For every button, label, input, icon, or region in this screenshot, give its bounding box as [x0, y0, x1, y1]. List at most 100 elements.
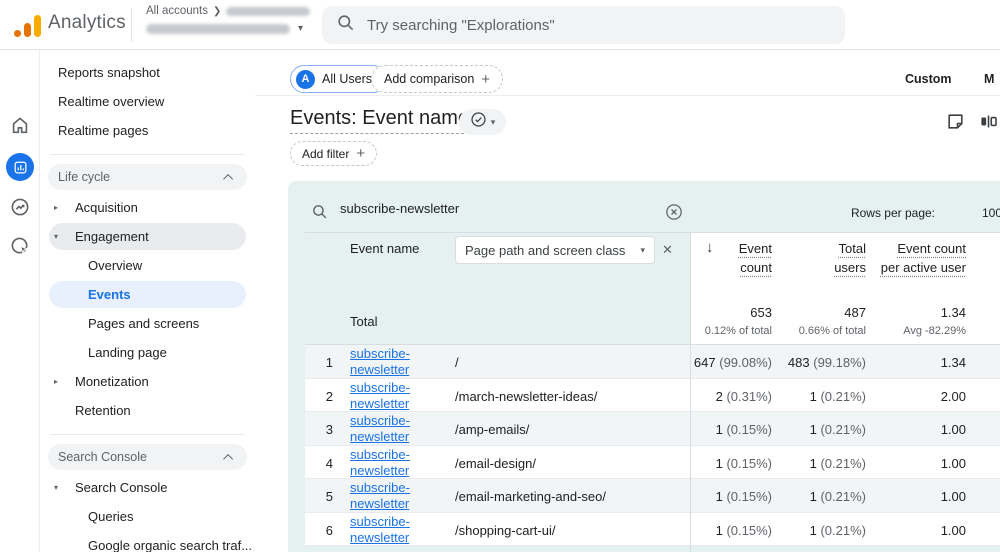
sidebar-item-label: Queries: [88, 509, 134, 524]
event-count-cell: 1 (0.15%): [688, 523, 772, 538]
per-active-user-cell-value: 1.00: [941, 489, 966, 504]
sidebar-item-retention[interactable]: Retention: [40, 396, 255, 425]
dimension-header-event-name[interactable]: Event name: [350, 241, 419, 256]
sidebar-item-label: Landing page: [88, 345, 167, 360]
sidebar-item-pages-and-screens[interactable]: Pages and screens: [40, 309, 255, 338]
sidebar-item-label: Retention: [75, 403, 131, 418]
comparison-a-badge: A: [296, 70, 315, 89]
event-count-cell-share: (0.15%): [723, 422, 772, 437]
add-filter-button[interactable]: Add filter +: [290, 141, 377, 166]
event-count-cell-value: 647: [694, 355, 716, 370]
brand-name: Analytics: [48, 12, 126, 34]
total-users-cell-value: 1: [810, 489, 817, 504]
total-event-count: 653: [688, 305, 772, 320]
expand-arrow-icon[interactable]: ▾: [54, 232, 58, 241]
comparison-panels-icon[interactable]: [977, 110, 999, 132]
page-title[interactable]: Events: Event name: [290, 107, 469, 134]
metric-header-total-users[interactable]: Total users: [818, 239, 866, 277]
event-count-cell-share: (0.15%): [723, 456, 772, 471]
per-active-user-cell-value: 1.00: [941, 456, 966, 471]
expand-arrow-icon[interactable]: ▾: [54, 483, 58, 492]
total-users-cell-share: (0.21%): [817, 422, 866, 437]
per-active-user-cell: 1.00: [886, 523, 966, 538]
event-name-link[interactable]: subscribe-newsletter: [350, 480, 446, 512]
sidebar-item-label: Realtime overview: [58, 94, 164, 109]
sidebar-item-engagement[interactable]: ▾Engagement: [49, 223, 246, 250]
row-index: 5: [305, 489, 333, 504]
sidebar-item-label: Search Console: [75, 480, 168, 495]
collapse-arrow-icon[interactable]: ▸: [54, 203, 58, 212]
date-range-custom-label[interactable]: Custom: [905, 72, 952, 86]
explore-icon[interactable]: [0, 196, 40, 218]
total-users-cell-value: 483: [788, 355, 810, 370]
sidebar-item-search-console[interactable]: ▾ Search Console: [40, 473, 255, 502]
collapse-arrow-icon[interactable]: ▸: [54, 377, 58, 386]
reports-side-nav: Reports snapshot Realtime overview Realtim…: [40, 50, 255, 552]
table-search-input[interactable]: [340, 201, 640, 216]
sidebar-item-label: Google organic search traf...: [88, 538, 252, 552]
metric-header-event-count[interactable]: Event count: [728, 239, 772, 277]
divider: [255, 95, 1000, 96]
table-row: 6subscribe-newsletter/shopping-cart-ui/1…: [305, 513, 1000, 547]
total-users-cell: 483 (99.18%): [782, 355, 866, 370]
all-users-label: All Users: [322, 72, 372, 86]
date-range-value-clipped[interactable]: M: [984, 72, 994, 86]
event-count-cell-value: 1: [716, 422, 723, 437]
per-active-user-cell: 1.00: [886, 456, 966, 471]
redacted-property-name: [146, 24, 290, 34]
event-count-cell-value: 2: [716, 389, 723, 404]
sidebar-item-acquisition[interactable]: ▸ Acquisition: [40, 193, 255, 222]
advertising-icon[interactable]: [0, 235, 40, 257]
clear-search-icon[interactable]: [664, 202, 684, 227]
sidebar-section-life-cycle[interactable]: Life cycle: [48, 164, 247, 190]
sort-descending-icon[interactable]: ↓: [706, 239, 714, 256]
rows-per-page-label: Rows per page:: [848, 206, 935, 220]
event-count-cell: 1 (0.15%): [688, 422, 772, 437]
chevron-down-icon: ▾: [298, 23, 303, 34]
total-users-cell-value: 1: [810, 456, 817, 471]
total-users-cell: 1 (0.21%): [782, 489, 866, 504]
per-active-user-cell-value: 1.00: [941, 523, 966, 538]
column-divider: [690, 233, 691, 552]
breadcrumb-label: All accounts: [146, 5, 208, 17]
event-name-link[interactable]: subscribe-newsletter: [350, 346, 446, 378]
sidebar-item-realtime-pages[interactable]: Realtime pages: [40, 116, 255, 145]
sidebar-item-landing-page[interactable]: Landing page: [40, 338, 255, 367]
global-search-bar[interactable]: [322, 6, 845, 44]
metric-header-event-count-per-active-user[interactable]: Event count per active user: [880, 239, 966, 277]
sidebar-item-queries[interactable]: Queries: [40, 502, 255, 531]
event-name-link[interactable]: subscribe-newsletter: [350, 514, 446, 546]
event-name-link[interactable]: subscribe-newsletter: [350, 447, 446, 479]
event-name-link[interactable]: subscribe-newsletter: [350, 413, 446, 445]
sidebar-item-reports-snapshot[interactable]: Reports snapshot: [40, 58, 255, 87]
event-name-link[interactable]: subscribe-newsletter: [350, 380, 446, 412]
sidebar-item-google-organic-search-traf[interactable]: Google organic search traf...: [40, 531, 255, 552]
total-users-cell-share: (0.21%): [817, 456, 866, 471]
global-search-input[interactable]: [367, 17, 831, 34]
account-breadcrumb[interactable]: All accounts ❯ ▾: [146, 5, 310, 34]
reports-icon-selected[interactable]: [0, 153, 40, 181]
sidebar-item-realtime-overview[interactable]: Realtime overview: [40, 87, 255, 116]
row-index: 3: [305, 422, 333, 437]
total-users-cell: 1 (0.21%): [782, 422, 866, 437]
sidebar-section-search-console[interactable]: Search Console: [48, 444, 247, 470]
sidebar-item-overview[interactable]: Overview: [40, 251, 255, 280]
add-comparison-label: Add comparison: [384, 72, 474, 86]
add-comparison-button[interactable]: Add comparison +: [371, 65, 503, 93]
rows-per-page-select[interactable]: 100: [982, 206, 1000, 220]
sidebar-item-label: Reports snapshot: [58, 65, 160, 80]
table-body: 1subscribe-newsletter/647 (99.08%)483 (9…: [305, 344, 1000, 546]
sidebar-item-monetization[interactable]: ▸Monetization: [40, 367, 255, 396]
notes-icon[interactable]: [944, 110, 966, 132]
per-active-user-cell: 2.00: [886, 389, 966, 404]
top-bar: Analytics All accounts ❯ ▾: [0, 0, 1000, 50]
report-validity-dropdown[interactable]: ▾: [459, 109, 506, 135]
redacted-account-name: [226, 7, 310, 16]
sidebar-item-label: Acquisition: [75, 200, 138, 215]
total-users-cell: 1 (0.21%): [782, 523, 866, 538]
total-users-cell-value: 1: [810, 523, 817, 538]
home-icon[interactable]: [0, 114, 40, 136]
secondary-dimension-dropdown[interactable]: Page path and screen class ▾: [455, 236, 655, 264]
sidebar-item-events[interactable]: Events: [49, 281, 246, 308]
remove-secondary-dimension-icon[interactable]: ✕: [662, 242, 673, 258]
